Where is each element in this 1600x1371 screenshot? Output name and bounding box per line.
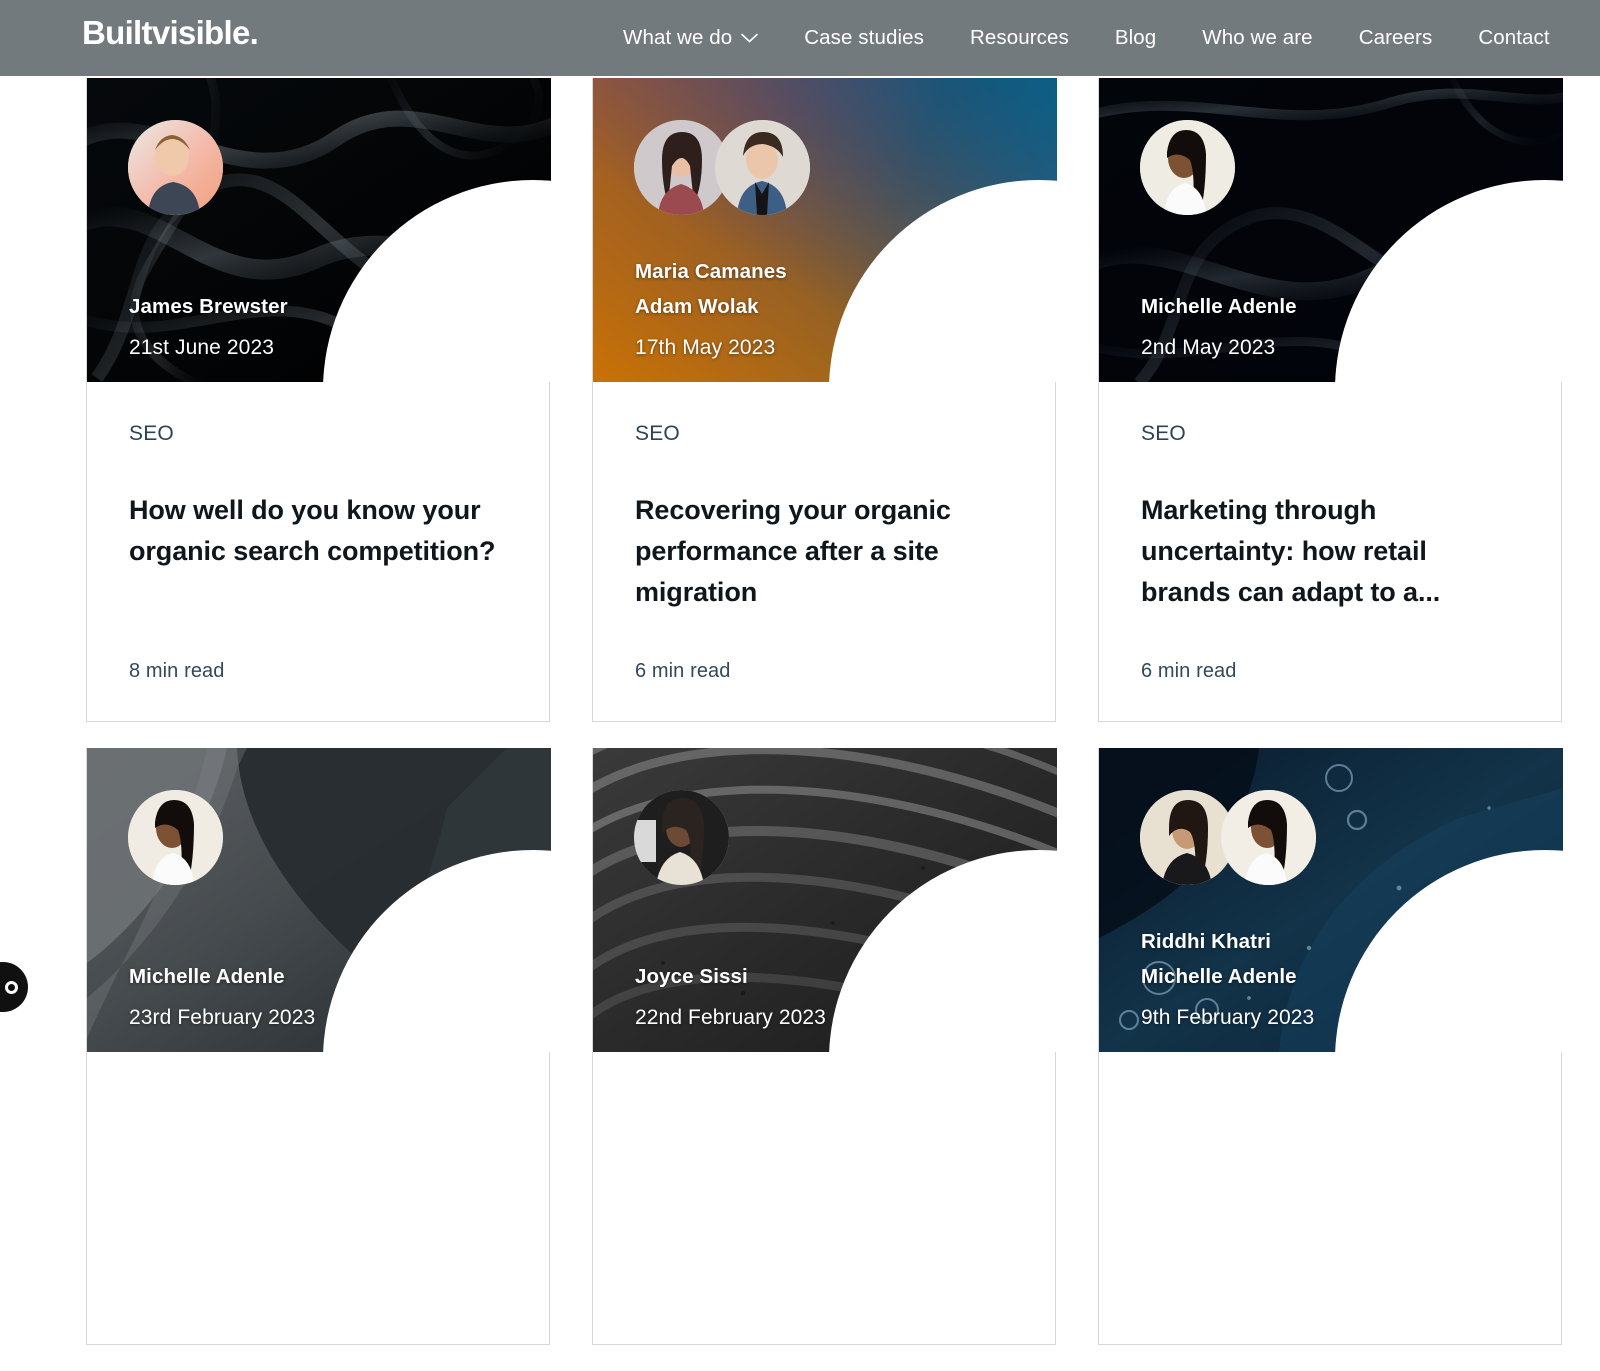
accessibility-widget-button[interactable]: [0, 962, 28, 1012]
nav-item-what-we-do[interactable]: What we do: [600, 26, 781, 50]
nav-label: Blog: [1114, 26, 1157, 49]
nav-item-blog[interactable]: Blog: [1092, 26, 1179, 50]
author-avatars: [634, 120, 810, 215]
avatar: [128, 120, 223, 215]
blog-card[interactable]: Michelle Adenle 23rd February 2023: [86, 748, 551, 1346]
card-body: [87, 1052, 549, 1344]
nav-label: Contact: [1478, 26, 1550, 49]
card-media: James Brewster 21st June 2023: [87, 78, 551, 382]
avatar: [1140, 120, 1235, 215]
card-category[interactable]: SEO: [1141, 422, 1519, 446]
card-media-meta: Joyce Sissi 22nd February 2023: [635, 960, 826, 1030]
card-body: [1099, 1052, 1561, 1344]
nav-item-careers[interactable]: Careers: [1336, 26, 1456, 50]
card-body: SEO Recovering your organic performance …: [593, 382, 1055, 721]
author-name: Michelle Adenle: [1141, 294, 1297, 318]
author-avatars: [1140, 790, 1316, 886]
author-name: Riddhi Khatri: [1141, 930, 1271, 954]
card-title[interactable]: How well do you know your organic search…: [129, 490, 507, 613]
nav-label: Resources: [969, 26, 1069, 49]
nav-label: Who we are: [1202, 26, 1313, 49]
avatar: [128, 790, 223, 886]
card-title[interactable]: [129, 1136, 507, 1259]
grid-row-1: James Brewster 21st June 2023 SEO How we…: [86, 78, 1600, 723]
avatar: [634, 790, 729, 886]
blog-card[interactable]: Riddhi Khatri Michelle Adenle 9th Februa…: [1098, 748, 1563, 1346]
card-read-time: 6 min read: [635, 660, 731, 683]
card-read-time: 8 min read: [129, 660, 225, 682]
card-title[interactable]: [1141, 1136, 1519, 1259]
site-logo[interactable]: Builtvisible.: [82, 14, 259, 52]
nav-item-who-we-are[interactable]: Who we are: [1179, 26, 1335, 50]
author-avatars: [1140, 120, 1235, 215]
main-navigation: What we do Case studies Resources Blog W…: [600, 0, 1573, 76]
card-title[interactable]: Recovering your organic performance afte…: [635, 490, 1013, 613]
card-media-meta: Maria Camanes Adam Wolak 17th May 2023: [635, 255, 787, 360]
post-date: 9th February 2023: [1141, 1006, 1315, 1030]
card-body: [593, 1052, 1055, 1344]
author-name: Maria Camanes: [635, 260, 787, 284]
blog-card[interactable]: James Brewster 21st June 2023 SEO How we…: [86, 78, 551, 723]
chevron-down-icon: [741, 33, 759, 43]
card-category[interactable]: SEO: [129, 422, 507, 446]
blog-card[interactable]: Maria Camanes Adam Wolak 17th May 2023 S…: [592, 78, 1057, 723]
site-header: Builtvisible. What we do Case studies Re…: [0, 0, 1600, 76]
post-date: 2nd May 2023: [1141, 336, 1276, 359]
card-media: Michelle Adenle 2nd May 2023: [1099, 78, 1563, 382]
card-media-meta: Riddhi Khatri Michelle Adenle 9th Februa…: [1141, 925, 1314, 1030]
card-media: Riddhi Khatri Michelle Adenle 9th Februa…: [1099, 748, 1563, 1053]
card-media: Maria Camanes Adam Wolak 17th May 2023: [593, 78, 1057, 382]
card-body: SEO Marketing through uncertainty: how r…: [1099, 382, 1561, 721]
blog-card[interactable]: Michelle Adenle 2nd May 2023 SEO Marketi…: [1098, 78, 1563, 723]
card-media-meta: Michelle Adenle 2nd May 2023: [1141, 290, 1297, 360]
author-name: Adam Wolak: [635, 294, 759, 318]
author-avatars: [128, 790, 223, 886]
author-avatars: [128, 120, 223, 215]
author-name: Michelle Adenle: [129, 964, 285, 988]
avatar: [1221, 790, 1316, 886]
nav-item-resources[interactable]: Resources: [947, 26, 1092, 50]
blog-post-grid: James Brewster 21st June 2023 SEO How we…: [86, 78, 1600, 1371]
nav-label: Careers: [1358, 26, 1433, 49]
author-name: Joyce Sissi: [635, 964, 748, 988]
blog-card[interactable]: Joyce Sissi 22nd February 2023: [592, 748, 1057, 1346]
card-media-meta: Michelle Adenle 23rd February 2023: [129, 960, 315, 1030]
nav-label: Case studies: [804, 26, 924, 49]
author-avatars: [634, 790, 729, 886]
post-date: 21st June 2023: [129, 336, 275, 359]
card-media: Joyce Sissi 22nd February 2023: [593, 748, 1057, 1053]
nav-item-contact[interactable]: Contact: [1455, 26, 1572, 50]
post-date: 22nd February 2023: [635, 1006, 826, 1030]
grid-row-2: Michelle Adenle 23rd February 2023 Joyce…: [86, 748, 1600, 1346]
post-date: 23rd February 2023: [129, 1006, 316, 1030]
card-read-time: 6 min read: [1141, 660, 1237, 683]
card-body: SEO How well do you know your organic se…: [87, 382, 549, 721]
author-name: Michelle Adenle: [1141, 964, 1297, 988]
card-title[interactable]: Marketing through uncertainty: how retai…: [1141, 490, 1519, 613]
card-category[interactable]: SEO: [635, 422, 1013, 446]
author-name: James Brewster: [129, 294, 288, 318]
nav-item-case-studies[interactable]: Case studies: [781, 26, 947, 50]
accessibility-circle-icon: [4, 980, 18, 994]
card-title[interactable]: [635, 1136, 1013, 1259]
avatar: [715, 120, 810, 215]
nav-label: What we do: [623, 26, 733, 49]
post-date: 17th May 2023: [635, 336, 776, 359]
card-media-meta: James Brewster 21st June 2023: [129, 290, 288, 360]
card-media: Michelle Adenle 23rd February 2023: [87, 748, 551, 1053]
